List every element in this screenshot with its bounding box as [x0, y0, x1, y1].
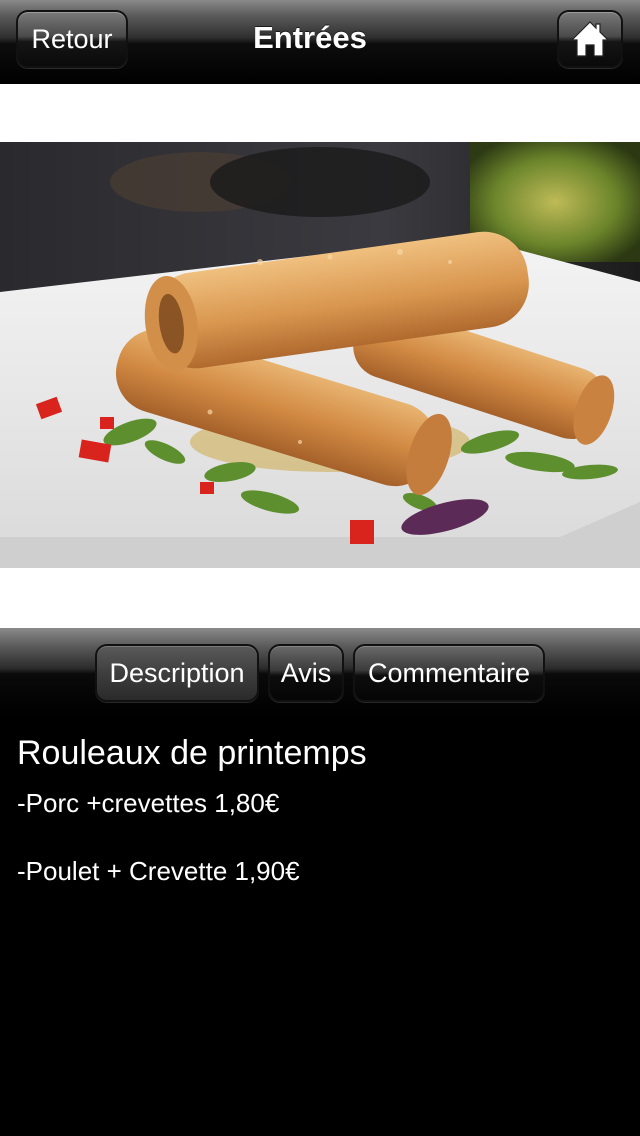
navigation-bar: Retour Entrées: [0, 0, 640, 84]
description-content: Rouleaux de printemps -Porc +crevettes 1…: [17, 730, 623, 888]
tab-commentaire[interactable]: Commentaire: [353, 644, 545, 702]
home-button[interactable]: [557, 10, 623, 68]
back-button[interactable]: Retour: [16, 10, 128, 68]
tab-avis-label: Avis: [280, 657, 332, 688]
home-icon: [570, 21, 610, 57]
tab-avis[interactable]: Avis: [268, 644, 344, 702]
page-title: Entrées: [253, 20, 367, 55]
tab-commentaire-label: Commentaire: [367, 657, 531, 688]
tab-description[interactable]: Description: [95, 644, 259, 702]
dish-title: Rouleaux de printemps: [17, 734, 367, 772]
price-line-porc: -Porc +crevettes 1,80€: [17, 788, 280, 818]
back-button-label: Retour: [31, 23, 113, 54]
tab-bar: Description Avis Commentaire: [0, 628, 640, 716]
dish-photo-frame: [0, 84, 640, 628]
price-line-poulet: -Poulet + Crevette 1,90€: [17, 856, 300, 886]
tab-description-label: Description: [109, 657, 245, 688]
dish-photo: [0, 142, 640, 568]
spring-rolls-image: [0, 142, 640, 568]
screen: Retour Entrées Description Avis Commenta…: [0, 0, 640, 1136]
